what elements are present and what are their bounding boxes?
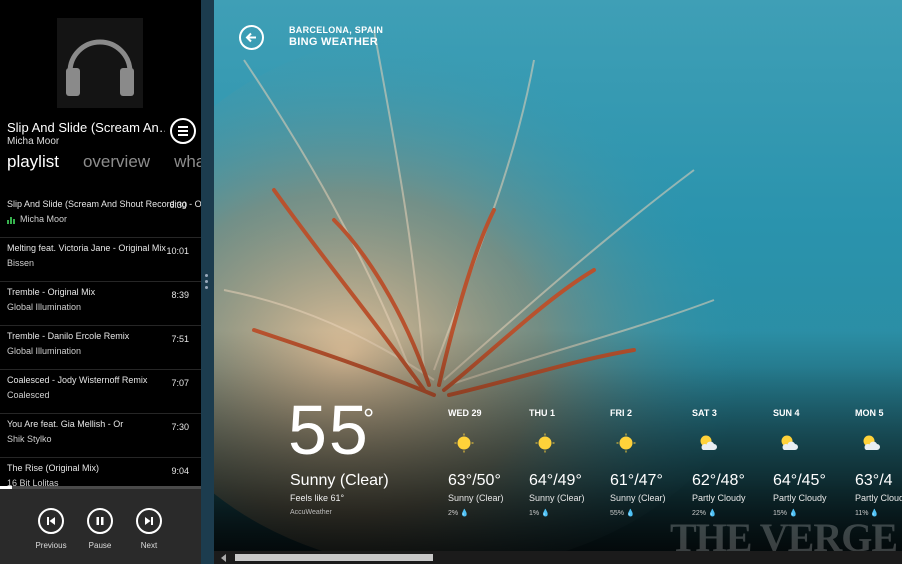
tab-what[interactable]: wha <box>174 152 201 171</box>
playlist-row-duration: 7:30 <box>171 422 189 432</box>
playlist-row-title: Tremble - Danilo Ercole Remix <box>7 331 130 341</box>
forecast-day-name: THU 1 <box>529 408 556 418</box>
forecast-day-condition: Partly Cloud <box>855 493 902 503</box>
playlist-row[interactable]: Slip And Slide (Scream And Shout Recordi… <box>0 194 201 238</box>
forecast-day[interactable]: THU 1 64°/49° Sunny (Clear) 1% 💧 <box>529 408 609 517</box>
playlist-row-artist: Micha Moor <box>20 214 68 224</box>
playlist-row-title: The Rise (Original Mix) <box>7 463 100 473</box>
playlist-row-title: Coalesced - Jody Wisternoff Remix <box>7 375 148 385</box>
forecast-day-condition: Sunny (Clear) <box>529 493 585 503</box>
snap-splitter[interactable] <box>201 0 214 564</box>
forecast-day-name: SAT 3 <box>692 408 717 418</box>
forecast-day-temps: 63°/50° <box>448 472 501 489</box>
partly-cloudy-icon <box>781 435 798 450</box>
playlist-row-duration: 9:04 <box>171 466 189 476</box>
current-temperature-degree: ° <box>363 403 375 434</box>
forecast-day-condition: Sunny (Clear) <box>610 493 666 503</box>
previous-icon <box>47 517 55 525</box>
forecast-day[interactable]: MON 5 63°/4 Partly Cloud 11% 💧 <box>855 408 902 517</box>
scrollbar-thumb[interactable] <box>235 554 433 561</box>
sun-icon <box>616 433 636 453</box>
playlist-row-artist: Global Illumination <box>7 302 82 312</box>
next-button[interactable] <box>136 508 162 534</box>
location-title: BARCELONA, SPAIN <box>289 25 384 35</box>
current-temperature: 55 <box>288 391 370 469</box>
pause-icon <box>96 517 104 525</box>
playlist-row-artist: Bissen <box>7 258 35 268</box>
tab-overview[interactable]: overview <box>83 152 150 171</box>
forecast-day-temps: 62°/48° <box>692 472 745 489</box>
forecast-day[interactable]: SUN 4 64°/45° Partly Cloudy 15% 💧 <box>773 408 853 517</box>
forecast-day-condition: Sunny (Clear) <box>448 493 504 503</box>
forecast-day-name: MON 5 <box>855 408 884 418</box>
playlist-row-title: Tremble - Original Mix <box>7 287 96 297</box>
playlist-row-artist: Global Illumination <box>7 346 82 356</box>
playlist-row-duration: 7:51 <box>171 334 189 344</box>
playlist-row[interactable]: Tremble - Original Mix 8:39 Global Illumin… <box>0 282 201 326</box>
next-label: Next <box>140 541 158 550</box>
partly-cloudy-icon <box>863 435 880 450</box>
playlist-menu-button[interactable] <box>170 118 196 144</box>
partly-cloudy-icon <box>700 435 717 450</box>
music-sidebar: Slip And Slide (Scream An… Micha Moor pl… <box>0 0 201 564</box>
playlist: Slip And Slide (Scream And Shout Recordi… <box>0 194 201 502</box>
now-playing-title: Slip And Slide (Scream An… <box>7 120 165 135</box>
current-condition: Sunny (Clear) <box>290 472 389 489</box>
forecast-day-condition: Partly Cloudy <box>773 493 827 503</box>
forecast-day-temps: 61°/47° <box>610 472 663 489</box>
playlist-row-duration: 6:30 <box>169 200 187 210</box>
now-playing-indicator-icon <box>7 217 16 224</box>
playlist-row-duration: 7:07 <box>171 378 189 388</box>
playlist-row-artist: Shik Stylko <box>7 434 52 444</box>
forecast-day-temps: 64°/45° <box>773 472 826 489</box>
forecast-day-temps: 63°/4 <box>855 472 893 489</box>
playlist-row[interactable]: You Are feat. Gia Mellish - Or 7:30 Shik S… <box>0 414 201 458</box>
list-icon <box>178 126 188 128</box>
playlist-row-artist: Coalesced <box>7 390 50 400</box>
forecast-day-precip: 2% 💧 <box>448 510 469 517</box>
feels-like: Feels like 61° <box>290 493 345 503</box>
playlist-row-duration: 8:39 <box>171 290 189 300</box>
forecast-day[interactable]: WED 29 63°/50° Sunny (Clear) 2% 💧 <box>448 408 528 517</box>
scroll-left-icon[interactable] <box>221 554 226 562</box>
tab-playlist[interactable]: playlist <box>7 152 59 171</box>
horizontal-scrollbar[interactable] <box>214 551 902 564</box>
forecast-day-precip: 1% 💧 <box>529 510 550 517</box>
forecast-day-name: FRI 2 <box>610 408 633 418</box>
forecast-day[interactable]: FRI 2 61°/47° Sunny (Clear) 55% 💧 <box>610 408 690 517</box>
playlist-row[interactable]: Coalesced - Jody Wisternoff Remix 7:07 Coa… <box>0 370 201 414</box>
forecast-day-name: SUN 4 <box>773 408 800 418</box>
forecast-day-temps: 64°/49° <box>529 472 582 489</box>
previous-button[interactable] <box>38 508 64 534</box>
data-provider[interactable]: AccuWeather <box>290 509 332 516</box>
pause-label: Pause <box>88 541 112 550</box>
music-tabs: playlist overview wha <box>7 152 201 172</box>
forecast-day[interactable]: SAT 3 62°/48° Partly Cloudy 22% 💧 <box>692 408 772 517</box>
previous-label: Previous <box>35 541 67 550</box>
forecast-day-condition: Partly Cloudy <box>692 493 746 503</box>
weather-app: BARCELONA, SPAIN BING WEATHER 55 ° Sunny… <box>214 0 902 564</box>
forecast-day-name: WED 29 <box>448 408 482 418</box>
playlist-row-title: Melting feat. Victoria Jane - Original M… <box>7 243 166 253</box>
headphones-icon <box>66 39 134 96</box>
album-art[interactable] <box>57 18 143 108</box>
pause-button[interactable] <box>87 508 113 534</box>
playback-controls: Previous Pause Next <box>0 489 201 564</box>
playlist-row[interactable]: Tremble - Danilo Ercole Remix 7:51 Global … <box>0 326 201 370</box>
playlist-row-duration: 10:01 <box>166 246 189 256</box>
sun-icon <box>535 433 555 453</box>
next-icon <box>145 517 153 525</box>
splitter-grip-icon <box>205 274 209 292</box>
playlist-row[interactable]: Melting feat. Victoria Jane - Original M… <box>0 238 201 282</box>
back-arrow-icon <box>245 32 256 43</box>
app-title: BING WEATHER <box>289 36 378 48</box>
back-button[interactable] <box>239 25 264 50</box>
sun-icon <box>454 433 474 453</box>
now-playing-artist: Micha Moor <box>7 136 60 147</box>
forecast-day-precip: 55% 💧 <box>610 510 635 517</box>
playlist-row-title: You Are feat. Gia Mellish - Or <box>7 419 124 429</box>
